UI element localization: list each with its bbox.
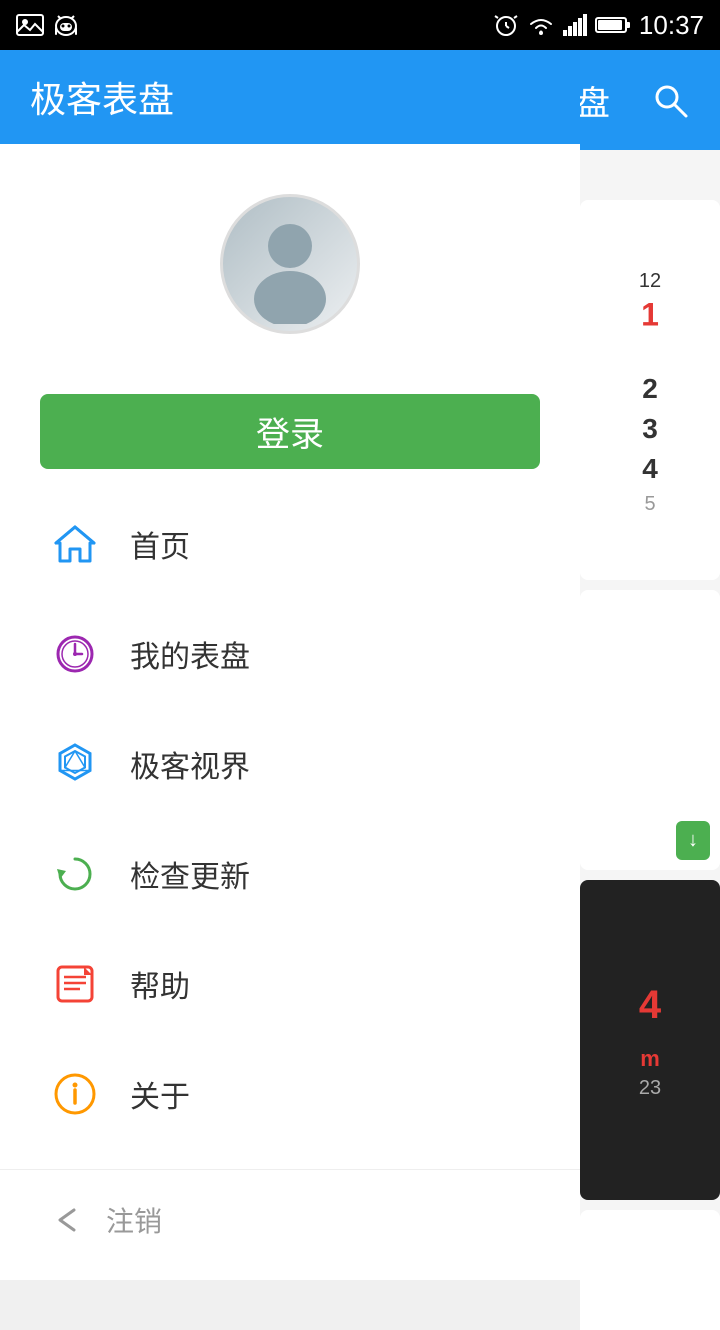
- sidebar: 极客表盘 登录 首页: [0, 50, 580, 1280]
- status-left-icons: [16, 12, 78, 38]
- download-btn-small: ↓: [676, 821, 710, 860]
- battery-icon: [595, 16, 631, 34]
- avatar: [220, 194, 360, 334]
- right-panel: 1 12 2 3 4 5 ↓ 4m 23 ↓: [580, 200, 720, 1330]
- cancel-label: 注销: [106, 1200, 162, 1240]
- gallery-icon: [16, 14, 44, 36]
- menu-label-check-update: 检查更新: [130, 852, 250, 896]
- watch-date: 23: [639, 1077, 661, 1100]
- sidebar-title: 极客表盘: [30, 71, 174, 123]
- menu-label-home: 首页: [130, 522, 190, 566]
- card-extra: ↓: [580, 1210, 720, 1330]
- status-bar: 10:37: [0, 0, 720, 50]
- sidebar-item-help[interactable]: 帮助: [0, 929, 580, 1039]
- android-icon: [54, 12, 78, 38]
- sidebar-item-my-watch[interactable]: 我的表盘: [0, 599, 580, 709]
- wifi-icon: [527, 14, 555, 36]
- sidebar-item-check-update[interactable]: 检查更新: [0, 819, 580, 929]
- card-download: ↓: [580, 590, 720, 870]
- alarm-icon: [493, 12, 519, 38]
- menu-label-my-watch: 我的表盘: [130, 632, 250, 676]
- sidebar-item-home[interactable]: 首页: [0, 489, 580, 599]
- sidebar-item-about[interactable]: 关于: [0, 1039, 580, 1149]
- profile-section: [0, 144, 580, 364]
- help-icon: [50, 959, 100, 1009]
- menu-label-help: 帮助: [130, 962, 190, 1006]
- watch-icon: [50, 629, 100, 679]
- search-icon-bg: [650, 80, 690, 120]
- info-icon: [50, 1069, 100, 1119]
- menu-label-about: 关于: [130, 1072, 190, 1116]
- avatar-icon: [230, 204, 350, 324]
- cancel-section[interactable]: 注销: [0, 1169, 580, 1280]
- status-right-icons: 10:37: [493, 10, 704, 41]
- signal-icon: [563, 14, 587, 36]
- status-time: 10:37: [639, 10, 704, 41]
- sidebar-item-geek-vision[interactable]: 极客视界: [0, 709, 580, 819]
- geek-vision-icon: [50, 739, 100, 789]
- back-arrow-icon: [50, 1206, 86, 1234]
- refresh-icon: [50, 849, 100, 899]
- home-icon: [50, 519, 100, 569]
- card-watchface: 4m 23: [580, 880, 720, 1200]
- watch-time: 4m: [639, 981, 661, 1077]
- login-button[interactable]: 登录: [40, 394, 540, 469]
- menu-list: 首页 我的表盘: [0, 469, 580, 1169]
- menu-label-geek-vision: 极客视界: [130, 742, 250, 786]
- card-numbers: 1 12 2 3 4 5: [580, 200, 720, 580]
- sidebar-header: 极客表盘: [0, 50, 580, 144]
